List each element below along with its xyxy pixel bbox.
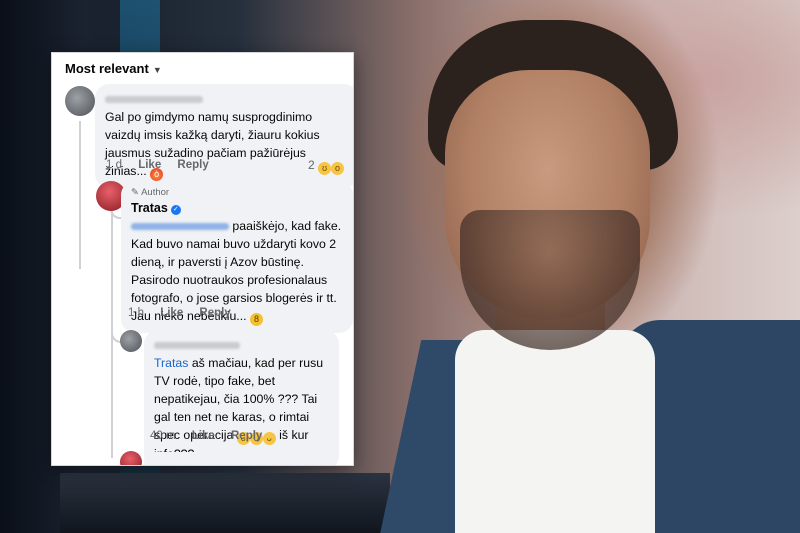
comment-actions: 1 d Like Reply xyxy=(106,159,222,171)
reply-button[interactable]: Reply xyxy=(231,430,262,442)
comment-actions: 40 m Like Reply xyxy=(150,430,275,442)
comment-actions: 1 h Like Reply xyxy=(128,307,244,319)
sort-dropdown[interactable]: Most relevant ▼ xyxy=(65,61,162,76)
background-floor xyxy=(60,473,390,533)
chevron-down-icon: ▼ xyxy=(152,65,162,75)
mention-link[interactable]: Tratas xyxy=(154,356,188,370)
reaction-count: 2 xyxy=(308,158,315,172)
like-button[interactable]: Like xyxy=(138,159,161,171)
redacted-commenter-name xyxy=(105,96,203,104)
redacted-mention xyxy=(131,223,229,231)
sort-label: Most relevant xyxy=(65,61,149,76)
avatar[interactable] xyxy=(65,86,95,116)
like-button[interactable]: Like xyxy=(192,430,215,442)
comment-time: 40 m xyxy=(150,430,176,442)
author-badge: ✎ Author xyxy=(131,187,170,198)
thread-line xyxy=(79,121,81,269)
avatar[interactable] xyxy=(120,451,142,465)
avatar[interactable] xyxy=(120,330,142,352)
commenter-name[interactable]: Tratas xyxy=(131,201,168,215)
wow-reaction-icon: o xyxy=(331,162,345,175)
man-beard xyxy=(460,210,640,350)
thread-line xyxy=(111,198,113,458)
comment-bubble: Tratas aš mačiau, kad per rusu TV rodė, … xyxy=(144,330,339,465)
author-badge-label: Author xyxy=(141,187,170,198)
nerd-face-icon: 8 xyxy=(249,313,263,326)
haha-reaction-icon: ʊ xyxy=(318,162,332,175)
reply-button[interactable]: Reply xyxy=(199,307,230,319)
reply-button[interactable]: Reply xyxy=(177,159,208,171)
comment-screenshot-card: Most relevant ▼ Gal po gimdymo namų suspr… xyxy=(52,53,353,465)
comment-time: 1 d xyxy=(106,159,122,171)
verified-icon: ✓ xyxy=(170,205,181,215)
like-button[interactable]: Like xyxy=(160,307,183,319)
man-shirt xyxy=(455,330,655,533)
redacted-commenter-name xyxy=(154,342,240,350)
comment-time: 1 h xyxy=(128,307,144,319)
reaction-summary[interactable]: 2 ʊo xyxy=(308,158,345,175)
comment-bubble-partial xyxy=(144,452,319,465)
